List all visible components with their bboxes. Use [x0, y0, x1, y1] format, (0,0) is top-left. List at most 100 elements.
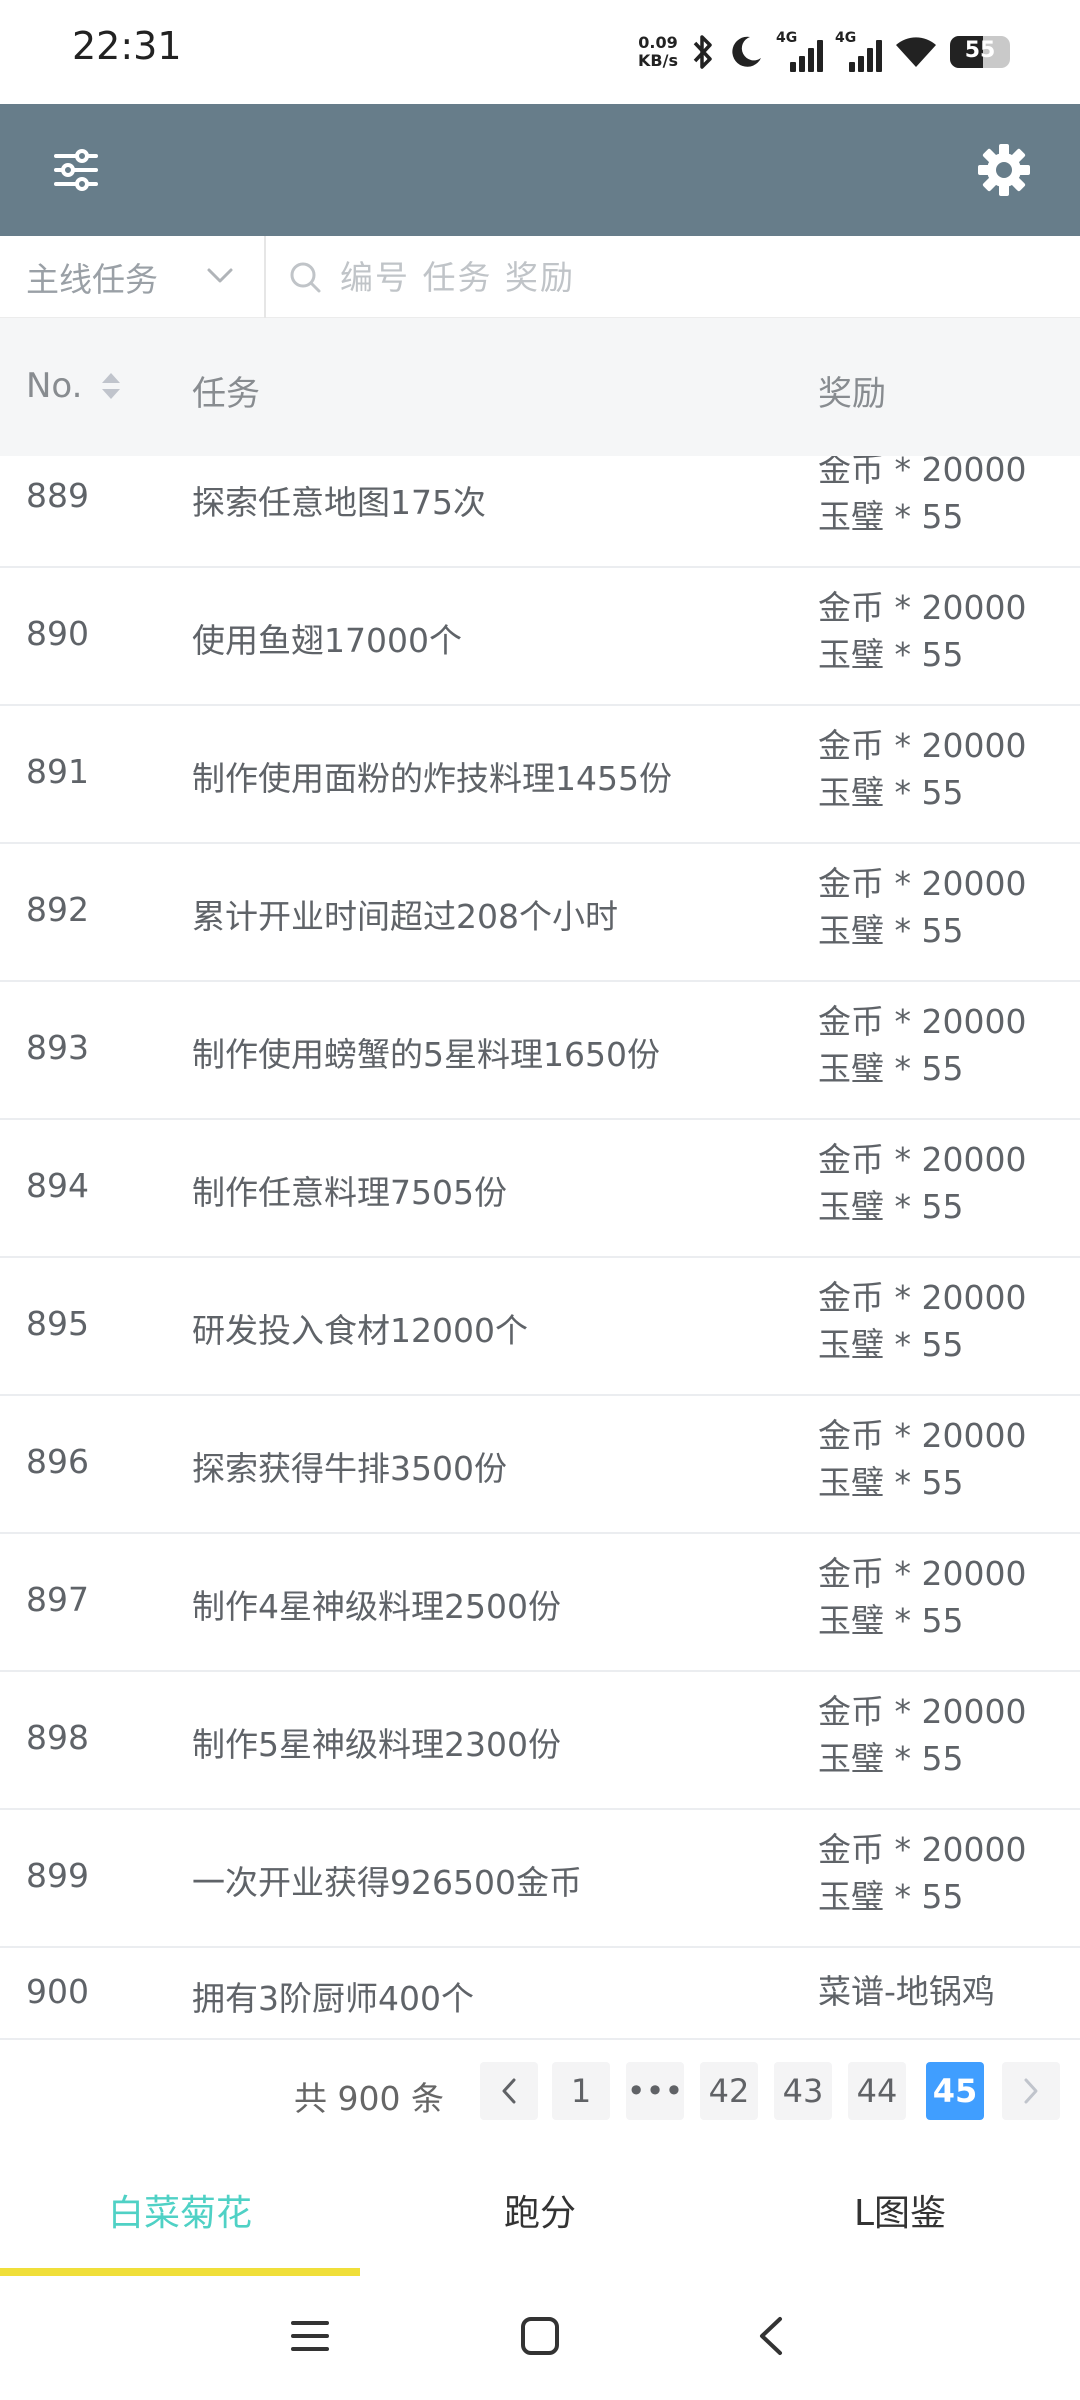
table-row: 898 制作5星神级料理2300份 金币 * 20000 玉璧 * 55 [0, 1672, 1080, 1810]
reward-line: 金币 * 20000 [818, 1416, 1027, 1455]
system-nav-bar [0, 2276, 1080, 2400]
menu-icon[interactable] [290, 2316, 330, 2356]
cell-reward: 金币 * 20000 玉璧 * 55 [818, 722, 1026, 816]
network-type-label: 4G [776, 30, 798, 46]
reward-line: 玉璧 * 55 [818, 1187, 964, 1226]
cell-reward: 金币 * 20000 玉璧 * 55 [818, 1274, 1026, 1368]
page-button[interactable]: 44 [848, 2062, 906, 2120]
cell-no: 900 [26, 1972, 89, 2011]
cell-reward: 金币 * 20000 玉璧 * 55 [818, 1550, 1026, 1644]
search-icon [290, 262, 321, 293]
cell-task: 探索获得牛排3500份 [192, 1449, 507, 1488]
status-bar: 22:31 0.09 KB/s 4G 4G 55 [0, 0, 1080, 104]
home-icon[interactable] [520, 2316, 560, 2356]
table-row: 892 累计开业时间超过208个小时 金币 * 20000 玉璧 * 55 [0, 844, 1080, 982]
table-header: No. 任务 奖励 [0, 318, 1080, 456]
reward-line: 金币 * 20000 [818, 456, 1027, 489]
chevron-left-icon [502, 2078, 516, 2104]
cell-no: 896 [26, 1442, 89, 1481]
cell-reward: 金币 * 20000 玉璧 * 55 [818, 998, 1026, 1092]
wifi-icon [896, 37, 936, 67]
table-row: 893 制作使用螃蟹的5星料理1650份 金币 * 20000 玉璧 * 55 [0, 982, 1080, 1120]
cell-task: 研发投入食材12000个 [192, 1311, 528, 1350]
cell-task: 拥有3阶厨师400个 [192, 1979, 474, 2018]
pagination: 共 900 条 1 ••• 42 43 44 45 [0, 2042, 1080, 2146]
table-row: 891 制作使用面粉的炸技料理1455份 金币 * 20000 玉璧 * 55 [0, 706, 1080, 844]
reward-line: 玉璧 * 55 [818, 1601, 964, 1640]
table-row: 895 研发投入食材12000个 金币 * 20000 玉璧 * 55 [0, 1258, 1080, 1396]
settings-button[interactable] [972, 138, 1036, 202]
search-box [266, 236, 1080, 318]
page-button[interactable]: 43 [774, 2062, 832, 2120]
column-header-reward: 奖励 [818, 374, 886, 414]
network-type-label: 4G [835, 30, 857, 46]
total-count: 共 900 条 [294, 2079, 444, 2118]
page-button[interactable]: 42 [700, 2062, 758, 2120]
cell-reward: 金币 * 20000 玉璧 * 55 [818, 1412, 1026, 1506]
reward-line: 金币 * 20000 [818, 1692, 1027, 1731]
reward-line: 金币 * 20000 [818, 1002, 1027, 1041]
cell-no: 889 [26, 476, 89, 515]
battery-icon: 55 [950, 36, 1010, 68]
table-row: 896 探索获得牛排3500份 金币 * 20000 玉璧 * 55 [0, 1396, 1080, 1534]
back-icon[interactable] [752, 2316, 792, 2356]
cell-task: 一次开业获得926500金币 [192, 1863, 582, 1902]
tab-score[interactable]: 跑分 [360, 2184, 720, 2236]
reward-line: 玉璧 * 55 [818, 635, 964, 674]
active-tab-indicator [0, 2268, 360, 2276]
table-row: 890 使用鱼翅17000个 金币 * 20000 玉璧 * 55 [0, 568, 1080, 706]
cell-task: 制作4星神级料理2500份 [192, 1587, 561, 1626]
prev-page-button[interactable] [480, 2062, 538, 2120]
battery-level: 55 [964, 38, 996, 63]
page-button-current[interactable]: 45 [926, 2062, 984, 2120]
task-type-select[interactable]: 主线任务 [0, 236, 266, 318]
reward-line: 金币 * 20000 [818, 1830, 1027, 1869]
cell-reward: 金币 * 20000 玉璧 * 55 [818, 860, 1026, 954]
reward-line: 玉璧 * 55 [818, 911, 964, 950]
search-input[interactable] [340, 257, 1040, 297]
bottom-tabs: 白菜菊花 跑分 L图鉴 [0, 2146, 1080, 2276]
next-page-button[interactable] [1002, 2062, 1060, 2120]
cell-task: 制作任意料理7505份 [192, 1173, 507, 1212]
page-ellipsis[interactable]: ••• [626, 2062, 684, 2120]
sort-icon[interactable] [100, 372, 122, 400]
task-table-body: 889 探索任意地图175次 金币 * 20000 玉璧 * 55 890 使用… [0, 456, 1080, 2042]
cell-task: 制作5星神级料理2300份 [192, 1725, 561, 1764]
reward-line: 金币 * 20000 [818, 1140, 1027, 1179]
column-header-task: 任务 [192, 374, 260, 414]
network-speed-unit: KB/s [638, 51, 678, 70]
reward-line: 玉璧 * 55 [818, 1877, 964, 1916]
cell-task: 制作使用面粉的炸技料理1455份 [192, 759, 672, 798]
task-type-value: 主线任务 [26, 260, 158, 299]
status-time: 22:31 [72, 24, 182, 68]
reward-line: 金币 * 20000 [818, 864, 1027, 903]
moon-icon [732, 36, 761, 67]
cell-reward: 菜谱-地锅鸡 [818, 1968, 995, 2015]
cell-no: 890 [26, 614, 89, 653]
table-row: 900 拥有3阶厨师400个 菜谱-地锅鸡 [0, 1948, 1080, 2040]
bluetooth-icon [693, 35, 712, 69]
cell-task: 制作使用螃蟹的5星料理1650份 [192, 1035, 660, 1074]
cell-no: 899 [26, 1856, 89, 1895]
status-icons: 0.09 KB/s 4G 4G 55 [638, 26, 1010, 78]
signal-1: 4G [776, 30, 823, 72]
filter-menu-button[interactable] [44, 138, 108, 202]
page-button[interactable]: 1 [552, 2062, 610, 2120]
reward-line: 玉璧 * 55 [818, 1739, 964, 1778]
cell-no: 895 [26, 1304, 89, 1343]
table-row: 889 探索任意地图175次 金币 * 20000 玉璧 * 55 [0, 456, 1080, 568]
network-speed: 0.09 KB/s [638, 34, 678, 70]
cell-reward: 金币 * 20000 玉璧 * 55 [818, 456, 1026, 540]
cell-reward: 金币 * 20000 玉璧 * 55 [818, 1826, 1026, 1920]
column-header-no-label: No. [26, 366, 83, 406]
reward-line: 玉璧 * 55 [818, 1325, 964, 1364]
sliders-icon [54, 149, 98, 191]
column-header-no[interactable]: No. [26, 366, 122, 406]
cell-task: 探索任意地图175次 [192, 483, 486, 522]
reward-line: 玉璧 * 55 [818, 497, 964, 536]
cell-task: 使用鱼翅17000个 [192, 621, 462, 660]
tab-baicai-juhua[interactable]: 白菜菊花 [0, 2184, 360, 2236]
reward-line: 菜谱-地锅鸡 [818, 1972, 995, 2011]
tab-l-gallery[interactable]: L图鉴 [720, 2184, 1080, 2236]
network-speed-value: 0.09 [638, 33, 678, 52]
